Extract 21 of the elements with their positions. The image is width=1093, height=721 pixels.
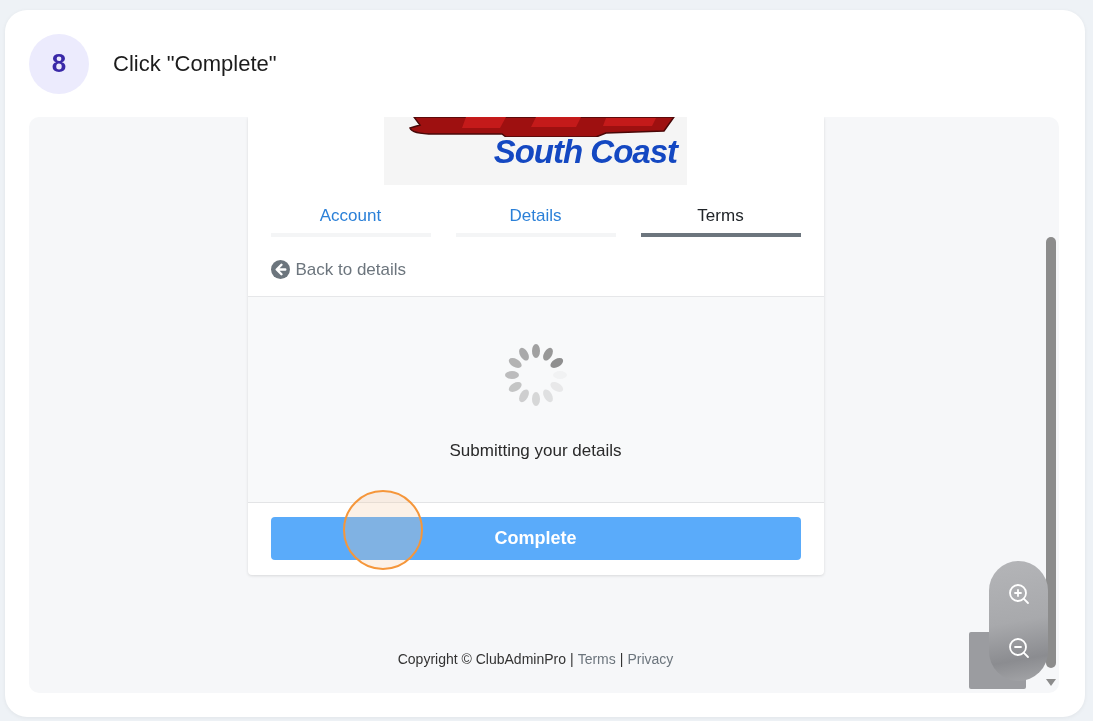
step-instruction: Click "Complete" xyxy=(113,50,277,77)
scroll-down-arrow-icon[interactable] xyxy=(1045,679,1056,686)
complete-button[interactable]: Complete xyxy=(270,517,801,560)
form-tab[interactable]: Terms xyxy=(640,205,801,237)
copyright-text: Copyright © ClubAdminPro xyxy=(397,651,566,667)
footer-link[interactable]: Terms xyxy=(577,651,616,667)
zoom-in-button[interactable] xyxy=(1006,582,1031,606)
logo-text: South Coast xyxy=(493,133,677,171)
footer-separator: | xyxy=(619,651,624,667)
footer-link[interactable]: Privacy xyxy=(627,651,674,667)
zoom-out-icon xyxy=(1006,636,1031,660)
zoom-in-icon xyxy=(1006,582,1031,606)
scrollbar-thumb[interactable] xyxy=(1045,237,1056,668)
back-link[interactable]: Back to details xyxy=(270,257,407,282)
form-tab[interactable]: Details xyxy=(455,205,616,237)
loading-spinner-icon xyxy=(503,343,568,407)
step-number: 8 xyxy=(29,33,89,94)
status-message: Submitting your details xyxy=(449,441,622,461)
zoom-out-button[interactable] xyxy=(1006,636,1031,660)
form-tab[interactable]: Account xyxy=(270,205,431,237)
footer-separator: | xyxy=(570,651,574,667)
